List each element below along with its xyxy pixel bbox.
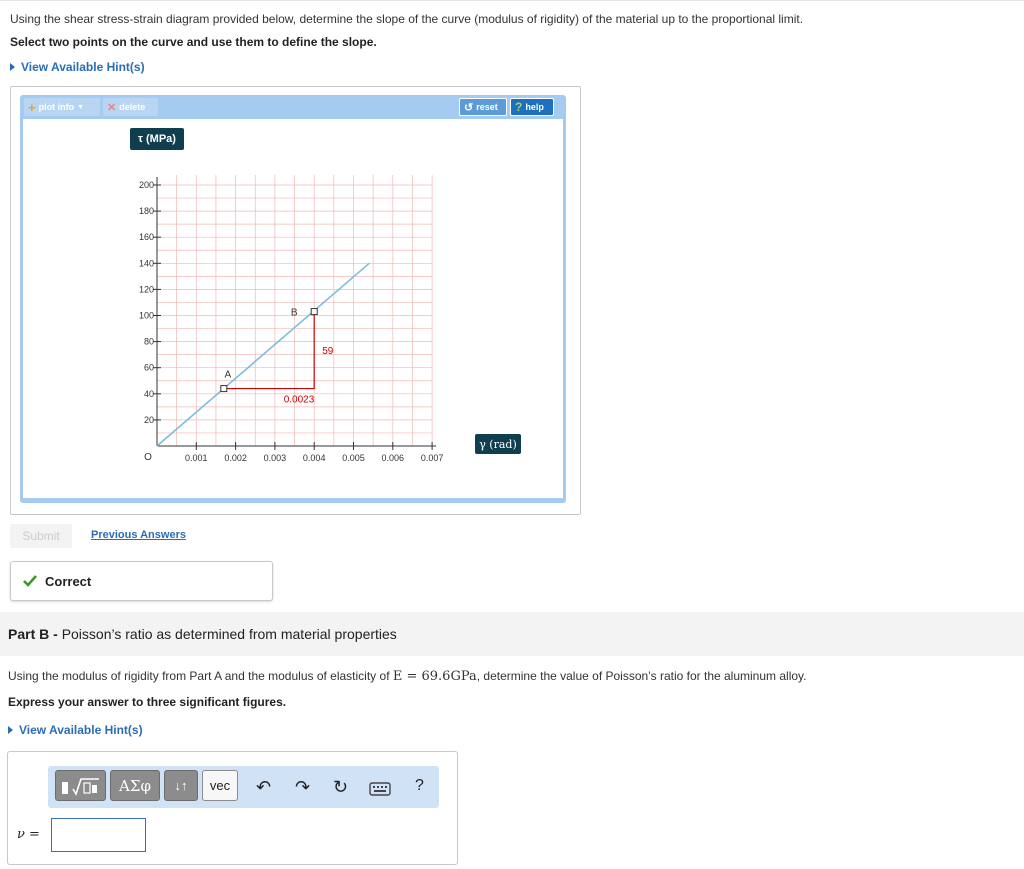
greek-symbols-button[interactable]: ΑΣφ bbox=[110, 770, 160, 801]
y-tick-label: 80 bbox=[144, 337, 154, 347]
part-b-hint-link[interactable]: View Available Hint(s) bbox=[8, 723, 143, 737]
feedback-box: Correct bbox=[10, 561, 273, 601]
question-math: E = 69.6GPa bbox=[392, 669, 477, 684]
x-tick-label: 0.005 bbox=[342, 453, 365, 463]
rise-annotation: 59 bbox=[322, 346, 334, 357]
y-tick-label: 180 bbox=[139, 206, 154, 216]
expand-triangle-icon bbox=[8, 725, 13, 734]
chart-ticks: 20 40 60 80 100 120 140 160 180 200 0.001 0.002 0.00… bbox=[139, 180, 443, 463]
y-tick-label: 140 bbox=[139, 258, 154, 268]
part-b-separator: - bbox=[49, 626, 62, 642]
y-tick-label: 160 bbox=[139, 232, 154, 242]
chart-marks: A B 59 0.0023 bbox=[220, 308, 334, 406]
keyboard-icon[interactable] bbox=[369, 782, 391, 799]
feedback-status: Correct bbox=[45, 573, 92, 589]
undo-icon[interactable]: ↶ bbox=[256, 777, 271, 798]
y-tick-label: 40 bbox=[144, 389, 154, 399]
part-b-question: Using the modulus of rigidity from Part … bbox=[8, 669, 806, 684]
answer-input[interactable] bbox=[51, 818, 146, 852]
arrows-button[interactable]: ↓↑ bbox=[164, 770, 198, 801]
help-question-icon[interactable]: ? bbox=[415, 777, 424, 795]
y-tick-label: 100 bbox=[139, 311, 154, 321]
templates-button[interactable] bbox=[55, 770, 106, 801]
question-pre: Using the modulus of rigidity from Part … bbox=[8, 669, 393, 683]
x-tick-label: 0.007 bbox=[421, 453, 444, 463]
origin-label: O bbox=[144, 452, 152, 463]
point-label-b: B bbox=[291, 308, 298, 319]
part-b-title: Part B - Poisson’s ratio as determined f… bbox=[8, 626, 397, 642]
x-tick-label: 0.004 bbox=[303, 453, 326, 463]
previous-answers-link[interactable]: Previous Answers bbox=[91, 529, 186, 541]
question-post: , determine the value of Poisson’s ratio… bbox=[476, 669, 807, 683]
part-b-label: Part B bbox=[8, 626, 50, 642]
y-tick-label: 200 bbox=[139, 180, 154, 190]
point-marker-a bbox=[220, 385, 228, 393]
vector-button[interactable]: vec bbox=[202, 770, 238, 801]
submit-button[interactable]: Submit bbox=[10, 524, 72, 548]
redo-icon[interactable]: ↷ bbox=[295, 777, 310, 798]
templates-icon bbox=[61, 777, 99, 796]
y-tick-label: 20 bbox=[144, 415, 154, 425]
y-tick-label: 120 bbox=[139, 284, 154, 294]
part-b-title-text: Poisson’s ratio as determined from mater… bbox=[61, 626, 397, 642]
x-tick-label: 0.002 bbox=[224, 453, 247, 463]
reset-icon[interactable]: ↻ bbox=[333, 777, 348, 798]
checkmark-icon bbox=[23, 575, 37, 587]
part-b-instruction: Express your answer to three significant… bbox=[8, 695, 287, 709]
point-label-a: A bbox=[224, 370, 231, 381]
answer-variable-label: ν = bbox=[17, 827, 40, 842]
x-tick-label: 0.001 bbox=[185, 453, 208, 463]
point-marker-b bbox=[310, 308, 318, 316]
hint-label: View Available Hint(s) bbox=[19, 723, 143, 737]
x-axis-label[interactable]: γ (rad) bbox=[475, 434, 521, 454]
run-annotation: 0.0023 bbox=[284, 395, 315, 406]
x-tick-label: 0.006 bbox=[382, 453, 405, 463]
x-tick-label: 0.003 bbox=[264, 453, 287, 463]
y-axis-label[interactable]: τ (MPa) bbox=[130, 128, 184, 150]
y-tick-label: 60 bbox=[144, 363, 154, 373]
